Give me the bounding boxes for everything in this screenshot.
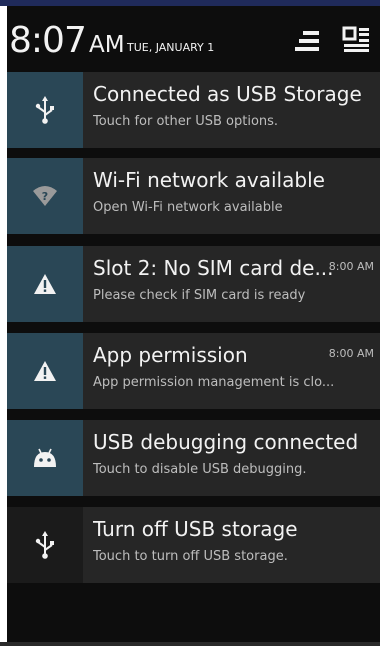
android-debug-icon [34, 448, 56, 467]
notification-icon-box [7, 246, 83, 322]
notification-header: 8:07 AM TUE, JANUARY 1 [7, 18, 380, 68]
notification-title: USB debugging connected [93, 430, 359, 454]
notification-icon-box [7, 420, 83, 496]
clock-ampm: AM [89, 32, 125, 58]
bottom-handle[interactable] [0, 642, 380, 646]
usb-icon [35, 96, 54, 124]
notification-wifi[interactable]: ? Wi-Fi network available Open Wi-Fi net… [7, 158, 380, 234]
notification-turn-off-usb[interactable]: Turn off USB storage Touch to turn off U… [7, 507, 380, 583]
clock-time: 8:07 [9, 20, 87, 61]
clear-notifications-icon [342, 26, 369, 52]
notification-title: Wi-Fi network available [93, 168, 325, 192]
notification-icon-box [7, 72, 83, 148]
warning-icon [34, 361, 56, 381]
quick-settings-button[interactable] [295, 28, 321, 54]
notification-usb-storage[interactable]: Connected as USB Storage Touch for other… [7, 72, 380, 148]
clear-notifications-button[interactable] [342, 24, 372, 54]
notification-time: 8:00 AM [328, 347, 374, 360]
notification-title: Connected as USB Storage [93, 82, 362, 106]
svg-text:?: ? [42, 190, 48, 203]
notification-subtitle: Touch to disable USB debugging. [93, 462, 307, 477]
notification-icon-box: ? [7, 158, 83, 234]
wifi-icon: ? [33, 186, 57, 206]
notification-no-sim[interactable]: Slot 2: No SIM card de... 8:00 AM Please… [7, 246, 380, 322]
notification-time: 8:00 AM [328, 260, 374, 273]
notification-icon-box [7, 333, 83, 409]
notification-app-permission[interactable]: App permission 8:00 AM App permission ma… [7, 333, 380, 409]
warning-icon [34, 274, 56, 294]
notification-title: App permission [93, 343, 248, 367]
notification-usb-debugging[interactable]: USB debugging connected Touch to disable… [7, 420, 380, 496]
notification-subtitle: App permission management is clo... [93, 375, 335, 390]
quick-settings-icon [295, 31, 319, 51]
notification-subtitle: Open Wi-Fi network available [93, 200, 283, 215]
notification-subtitle: Touch for other USB options. [93, 114, 279, 129]
notification-title: Turn off USB storage [93, 517, 298, 541]
notification-title: Slot 2: No SIM card de... [93, 256, 334, 280]
notification-icon-box [7, 507, 83, 583]
usb-icon [35, 531, 54, 559]
notification-subtitle: Please check if SIM card is ready [93, 288, 306, 303]
date-label: TUE, JANUARY 1 [127, 41, 215, 54]
notification-subtitle: Touch to turn off USB storage. [93, 549, 288, 564]
